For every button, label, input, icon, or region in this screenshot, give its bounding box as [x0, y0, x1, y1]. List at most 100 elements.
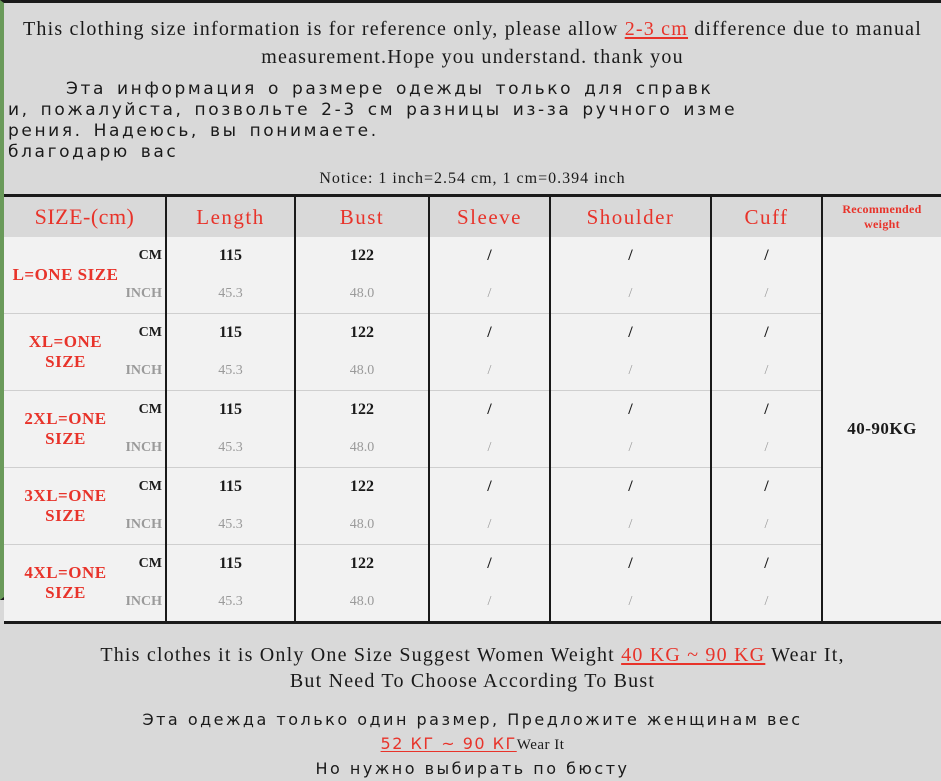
- cell-sleeve: / /: [429, 544, 551, 623]
- cell-cuff: / /: [711, 544, 823, 623]
- sleeve-inch: /: [487, 440, 492, 455]
- length-cm: 115: [218, 324, 243, 341]
- sleeve-cm: /: [487, 401, 492, 418]
- shoulder-cm: /: [628, 555, 633, 572]
- cuff-cm: /: [764, 247, 769, 264]
- sleeve-inch: /: [487, 517, 492, 532]
- bust-cm: 122: [350, 401, 374, 418]
- cuff-cm: /: [764, 401, 769, 418]
- notice-russian-line-4: благодарю вас: [8, 142, 179, 162]
- shoulder-cm: /: [628, 324, 633, 341]
- cell-length: 115 45.3: [166, 237, 296, 314]
- cell-shoulder: / /: [550, 544, 712, 623]
- value-stack: / /: [712, 468, 821, 544]
- header-size: SIZE-(cm): [4, 195, 167, 237]
- notice-tolerance-highlight: 2-3 cm: [624, 18, 689, 40]
- footer-russian-line1: Эта одежда только один размер, Предложит…: [142, 710, 803, 729]
- footer-wear-it-label: Wear It: [516, 737, 565, 753]
- length-cm: 115: [218, 478, 243, 495]
- value-stack: / /: [712, 545, 821, 621]
- bust-inch: 48.0: [349, 594, 375, 609]
- unit-stack: CM INCH: [120, 468, 162, 544]
- shoulder-cm: /: [628, 247, 633, 264]
- value-stack: 122 48.0: [296, 468, 428, 544]
- sleeve-inch: /: [487, 363, 492, 378]
- size-label: 4XL=ONE SIZE: [24, 563, 107, 602]
- cell-length: 115 45.3: [166, 467, 296, 545]
- header-recommended-weight: Recommended weight: [822, 195, 941, 237]
- bust-inch: 48.0: [349, 440, 375, 455]
- unit-cm-label: CM: [138, 556, 162, 571]
- length-inch: 45.3: [218, 517, 243, 532]
- value-stack: 122 48.0: [296, 545, 428, 621]
- unit-inch-label: INCH: [125, 440, 162, 455]
- size-label: L=ONE SIZE: [12, 265, 119, 284]
- unit-inch-label: INCH: [125, 286, 162, 301]
- bust-inch: 48.0: [349, 363, 375, 378]
- bust-cm: 122: [350, 247, 374, 264]
- sleeve-inch: /: [487, 594, 492, 609]
- unit-stack: CM INCH: [120, 314, 162, 390]
- value-stack: 122 48.0: [296, 391, 428, 467]
- header-shoulder: Shoulder: [550, 195, 712, 237]
- footer-english-line2: But Need To Choose According To Bust: [289, 670, 656, 692]
- size-table: SIZE-(cm) Length Bust Sleeve Shoulder Cu…: [4, 194, 941, 624]
- unit-stack: CM INCH: [120, 237, 162, 313]
- cell-bust: 122 48.0: [295, 237, 430, 314]
- value-stack: / /: [551, 237, 710, 313]
- cuff-cm: /: [764, 478, 769, 495]
- cell-size: L=ONE SIZE CM INCH: [4, 237, 167, 314]
- cell-shoulder: / /: [550, 390, 712, 468]
- value-stack: 122 48.0: [296, 237, 428, 313]
- value-stack: 115 45.3: [167, 391, 294, 467]
- cell-sleeve: / /: [429, 467, 551, 545]
- footer-russian-line2: 52 КГ ~ 90 КГWear It: [12, 732, 933, 757]
- cell-bust: 122 48.0: [295, 544, 430, 623]
- sleeve-inch: /: [487, 286, 492, 301]
- cuff-inch: /: [764, 594, 769, 609]
- shoulder-cm: /: [628, 401, 633, 418]
- header-sleeve: Sleeve: [429, 195, 551, 237]
- cuff-cm: /: [764, 555, 769, 572]
- header-recommended-weight-line2: weight: [864, 217, 900, 231]
- cell-cuff: / /: [711, 237, 823, 314]
- value-stack: / /: [430, 237, 549, 313]
- notice-russian-line-3: рения. Надеюсь, вы понимаете.: [8, 121, 379, 141]
- table-row: 4XL=ONE SIZE CM INCH 115 45.3 122 48.0 /…: [4, 544, 941, 623]
- footer-russian-weight-highlight: 52 КГ ~ 90 КГ: [380, 734, 517, 753]
- shoulder-inch: /: [628, 286, 633, 301]
- cell-sleeve: / /: [429, 237, 551, 314]
- unit-inch-label: INCH: [125, 594, 162, 609]
- size-label: 2XL=ONE SIZE: [24, 409, 107, 448]
- header-length: Length: [166, 195, 296, 237]
- cuff-inch: /: [764, 517, 769, 532]
- value-stack: / /: [551, 314, 710, 390]
- footer-russian-line3: Но нужно выбирать по бюсту: [315, 759, 630, 778]
- notice-russian-line-2: и, пожалуйста, позвольте 2-3 см разницы …: [8, 100, 738, 120]
- shoulder-inch: /: [628, 363, 633, 378]
- cell-length: 115 45.3: [166, 544, 296, 623]
- unit-cm-label: CM: [138, 479, 162, 494]
- footer-english: This clothes it is Only One Size Suggest…: [4, 624, 941, 694]
- notice-russian-line-1: Эта информация о размере одежды только д…: [66, 79, 714, 99]
- value-stack: 115 45.3: [167, 237, 294, 313]
- length-inch: 45.3: [218, 440, 243, 455]
- cell-bust: 122 48.0: [295, 390, 430, 468]
- unit-cm-label: CM: [138, 325, 162, 340]
- length-cm: 115: [218, 247, 243, 264]
- value-stack: 115 45.3: [167, 545, 294, 621]
- cell-size: 4XL=ONE SIZE CM INCH: [4, 544, 167, 623]
- unit-cm-label: CM: [138, 248, 162, 263]
- value-stack: / /: [712, 391, 821, 467]
- sleeve-cm: /: [487, 247, 492, 264]
- cell-size: 2XL=ONE SIZE CM INCH: [4, 390, 167, 468]
- bust-inch: 48.0: [349, 286, 375, 301]
- notice-english: This clothing size information is for re…: [4, 3, 941, 71]
- cell-size: XL=ONE SIZE CM INCH: [4, 313, 167, 391]
- sleeve-cm: /: [487, 555, 492, 572]
- size-label: XL=ONE SIZE: [28, 332, 103, 371]
- table-row: 3XL=ONE SIZE CM INCH 115 45.3 122 48.0 /…: [4, 467, 941, 545]
- cell-shoulder: / /: [550, 237, 712, 314]
- cell-recommended-weight: 40-90KG: [822, 237, 941, 623]
- bust-cm: 122: [350, 478, 374, 495]
